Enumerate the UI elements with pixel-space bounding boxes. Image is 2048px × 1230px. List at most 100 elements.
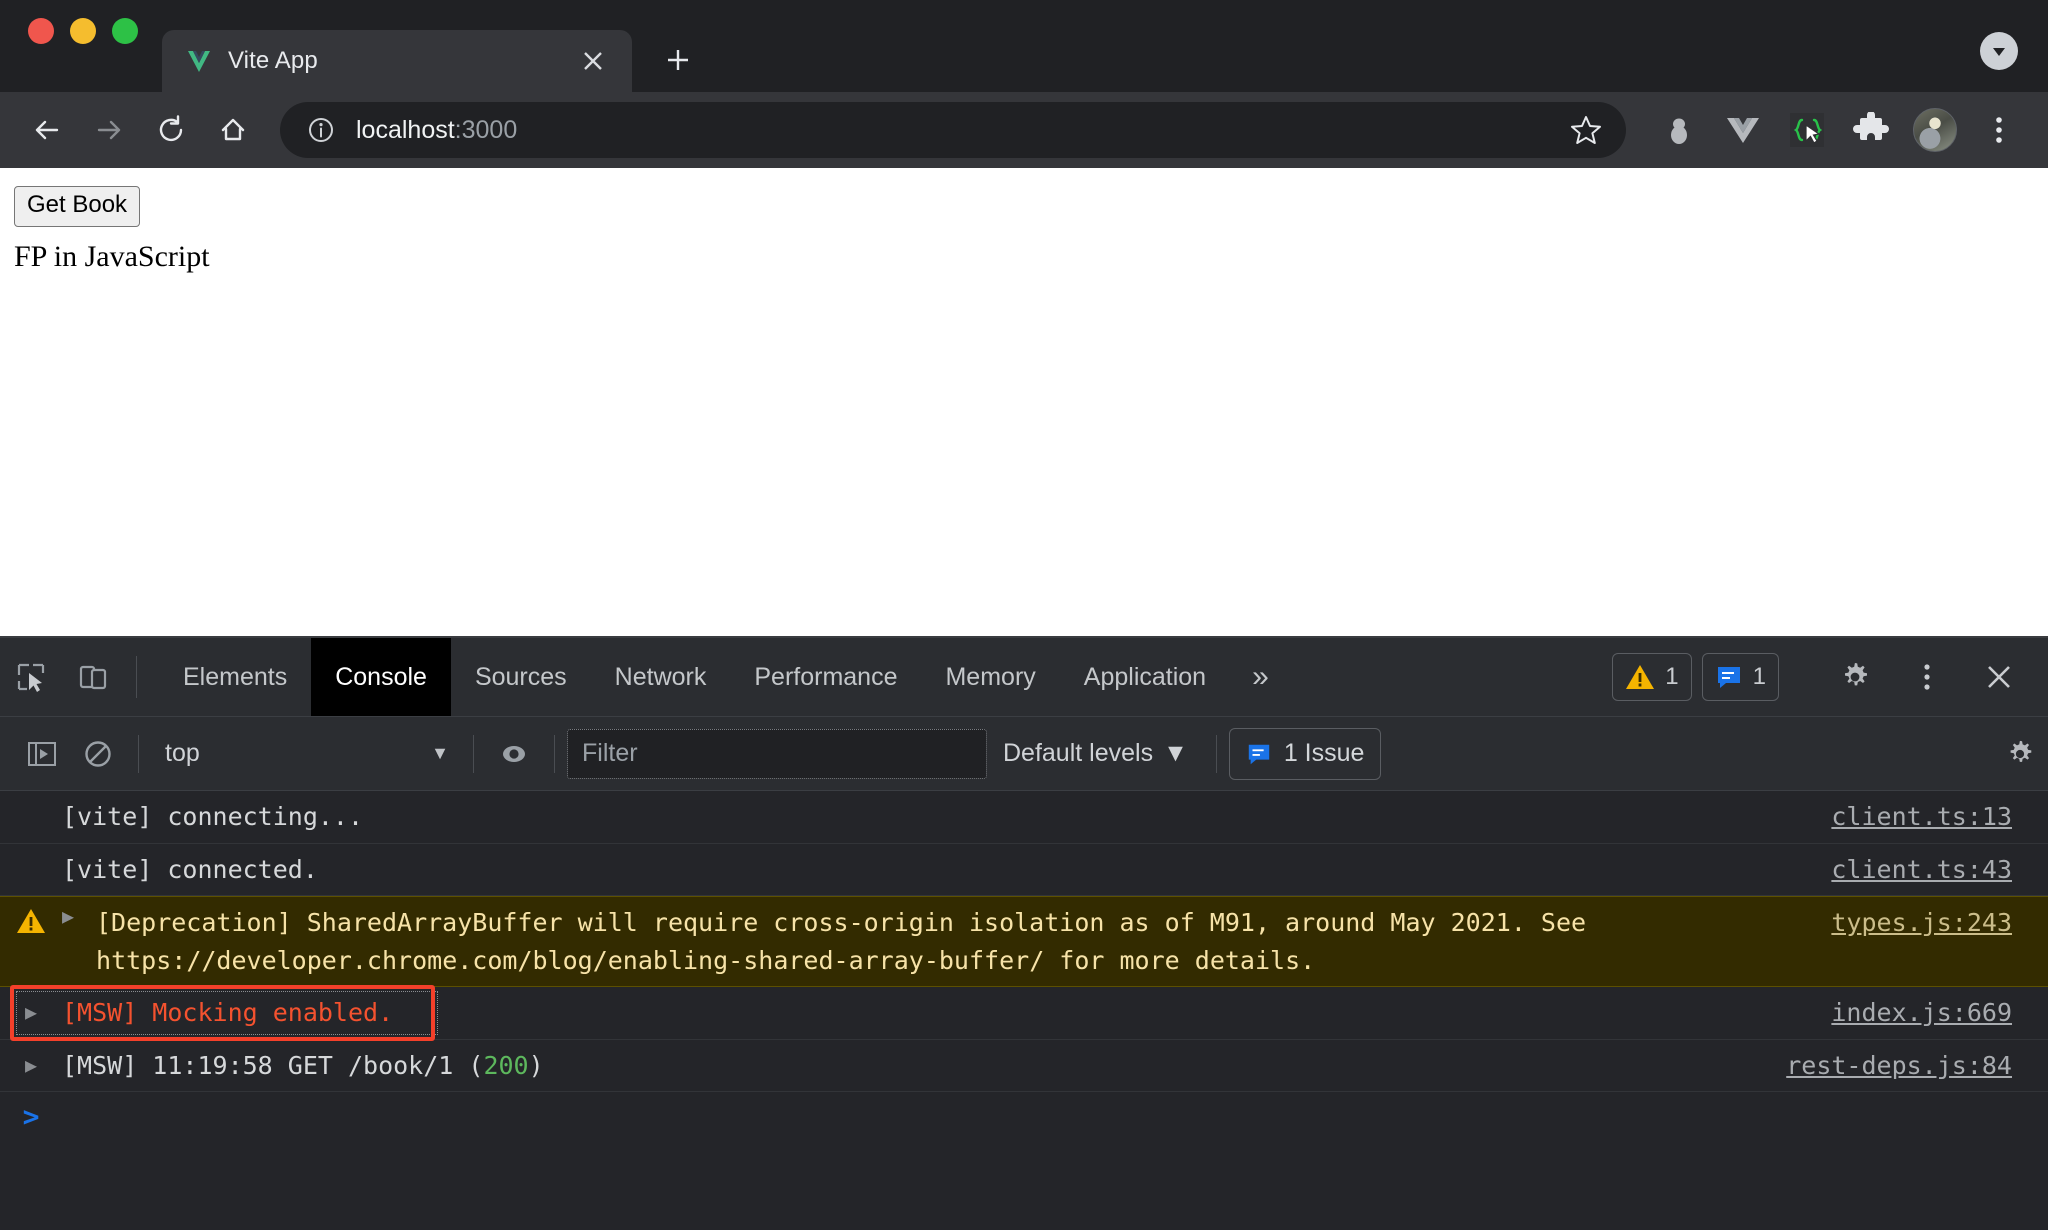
tab-title: Vite App <box>228 47 318 74</box>
browser-toolbar: localhost:3000 <box>0 92 2048 168</box>
device-toolbar-icon[interactable] <box>62 638 124 716</box>
profile-avatar[interactable] <box>1908 103 1962 157</box>
row-gutter <box>0 904 62 936</box>
tab-elements[interactable]: Elements <box>159 638 311 716</box>
console-row-deprecation-warning[interactable]: ▶ [Deprecation] SharedArrayBuffer will r… <box>0 896 2048 987</box>
devtools-kebab-icon[interactable] <box>1896 661 1958 693</box>
console-sidebar-toggle-icon[interactable] <box>14 726 70 782</box>
reload-icon[interactable] <box>142 101 200 159</box>
msw-request-text-after: ) <box>528 1050 544 1080</box>
console-message-text: [Deprecation] SharedArrayBuffer will req… <box>96 904 1831 979</box>
vite-logo-icon <box>186 48 212 74</box>
console-message-text: [MSW] Mocking enabled. <box>62 998 394 1027</box>
issues-count: 1 <box>1752 663 1766 690</box>
chevron-down-icon: ▼ <box>1163 739 1188 767</box>
clear-console-icon[interactable] <box>70 726 126 782</box>
row-gutter <box>0 798 62 800</box>
log-levels-select[interactable]: Default levels ▼ <box>987 739 1204 768</box>
console-row-vite-connecting[interactable]: [vite] connecting... client.ts:13 <box>0 791 2048 844</box>
tab-strip: Vite App <box>162 0 2048 92</box>
close-window-button[interactable] <box>28 18 54 44</box>
expand-arrow[interactable]: ▶ <box>0 994 62 1022</box>
home-icon[interactable] <box>204 101 262 159</box>
console-source-link[interactable]: rest-deps.js:84 <box>1786 1047 2048 1085</box>
tab-performance[interactable]: Performance <box>730 638 921 716</box>
console-row-msw-mocking-enabled[interactable]: ▶ [MSW] Mocking enabled. index.js:669 <box>0 985 2048 1041</box>
filter-input[interactable]: Filter <box>567 728 987 779</box>
console-message-text: [vite] connected. <box>62 854 318 884</box>
console-row-msw-get-book[interactable]: ▶ [MSW] 11:19:58 GET /book/1 (200) rest-… <box>0 1040 2048 1092</box>
console-source-link[interactable]: client.ts:43 <box>1831 851 2048 889</box>
devtools-tabs: Elements Console Sources Network Perform… <box>149 638 1612 716</box>
warning-triangle-icon <box>1626 665 1655 689</box>
bookmark-star-icon[interactable] <box>1562 106 1610 154</box>
inspect-element-icon[interactable] <box>0 638 62 716</box>
console-toolbar-divider-4 <box>1215 734 1217 773</box>
console-toolbar-divider-1 <box>138 734 139 773</box>
msw-request-text: [MSW] 11:19:58 GET /book/1 ( <box>62 1050 484 1080</box>
console-source-link[interactable]: types.js:243 <box>1831 904 2048 942</box>
browser-window: Vite App localhost:3000 Get Book FP in J… <box>0 0 2048 1230</box>
new-tab-button[interactable] <box>650 32 706 88</box>
devtools-tab-bar: Elements Console Sources Network Perform… <box>0 638 2048 717</box>
devtools-toolbar-right: 1 1 <box>1612 638 2048 716</box>
address-bar[interactable]: localhost:3000 <box>280 102 1626 158</box>
issue-message-icon <box>1717 667 1740 688</box>
vue-devtools-icon[interactable] <box>1716 103 1770 157</box>
console-input-row[interactable]: > <box>0 1092 2048 1160</box>
console-toolbar-divider-2 <box>473 734 474 773</box>
issues-button-label: 1 Issue <box>1283 739 1365 767</box>
console-url-link[interactable]: ttps://developer.chrome.com/blog/enablin… <box>111 946 1044 975</box>
site-info-icon[interactable] <box>304 113 338 147</box>
close-icon[interactable] <box>576 44 610 78</box>
url-text: localhost:3000 <box>356 116 1562 145</box>
console-toolbar: top ▼ Filter Default levels ▼ 1 Issue <box>0 717 2048 791</box>
zoom-window-button[interactable] <box>112 18 138 44</box>
status-code: 200 <box>483 1050 529 1080</box>
console-row-vite-connected[interactable]: [vite] connected. client.ts:43 <box>0 844 2048 896</box>
url-port: :3000 <box>454 115 518 144</box>
console-settings-gear-icon[interactable] <box>1992 726 2048 782</box>
tab-network[interactable]: Network <box>591 638 731 716</box>
msw-brackets-icon[interactable] <box>1780 103 1834 157</box>
tab-memory[interactable]: Memory <box>921 638 1059 716</box>
console-source-link[interactable]: client.ts:13 <box>1831 798 2048 836</box>
tab-sources[interactable]: Sources <box>451 638 591 716</box>
warning-count-badge[interactable]: 1 <box>1612 653 1692 701</box>
tab-search-icon[interactable] <box>1980 32 2018 70</box>
tab-console[interactable]: Console <box>311 638 451 716</box>
window-controls <box>28 0 162 92</box>
titlebar: Vite App <box>0 0 2048 92</box>
page-viewport: Get Book FP in JavaScript <box>0 168 2048 636</box>
chevron-down-icon: ▼ <box>431 743 449 763</box>
book-title: FP in JavaScript <box>14 239 210 273</box>
expand-arrow[interactable]: ▶ <box>62 904 96 927</box>
gear-icon[interactable] <box>1824 660 1886 694</box>
close-devtools-icon[interactable] <box>1968 661 2030 693</box>
execution-context-select[interactable]: top ▼ <box>151 730 461 778</box>
issues-button[interactable]: 1 Issue <box>1228 727 1382 780</box>
warning-count: 1 <box>1665 663 1679 690</box>
get-book-button[interactable]: Get Book <box>14 186 141 227</box>
execution-context-value: top <box>165 739 200 767</box>
browser-tab-vite-app[interactable]: Vite App <box>162 30 632 92</box>
eye-icon[interactable] <box>486 726 542 782</box>
console-source-link[interactable]: index.js:669 <box>1831 994 2048 1032</box>
tab-application[interactable]: Application <box>1060 638 1230 716</box>
more-tabs-icon[interactable]: » <box>1230 638 1291 716</box>
toolbar-divider <box>136 656 137 698</box>
console-message-list[interactable]: [vite] connecting... client.ts:13 [vite]… <box>0 791 2048 1230</box>
chrome-menu-icon[interactable] <box>1972 103 2026 157</box>
forward-icon[interactable] <box>80 101 138 159</box>
minimize-window-button[interactable] <box>70 18 96 44</box>
warning-text-after: for more details. <box>1044 945 1316 975</box>
console-message-text: [MSW] 11:19:58 GET /book/1 (200) <box>62 1047 1786 1085</box>
issues-count-badge[interactable]: 1 <box>1701 653 1779 701</box>
back-icon[interactable] <box>18 101 76 159</box>
extension-icons <box>1644 103 2026 157</box>
console-message-text: [vite] connecting... <box>62 802 364 831</box>
expand-arrow[interactable]: ▶ <box>0 1047 62 1075</box>
browser-chrome: Vite App localhost:3000 <box>0 0 2048 168</box>
bug-extension-icon[interactable] <box>1652 103 1706 157</box>
puzzle-extensions-icon[interactable] <box>1844 103 1898 157</box>
